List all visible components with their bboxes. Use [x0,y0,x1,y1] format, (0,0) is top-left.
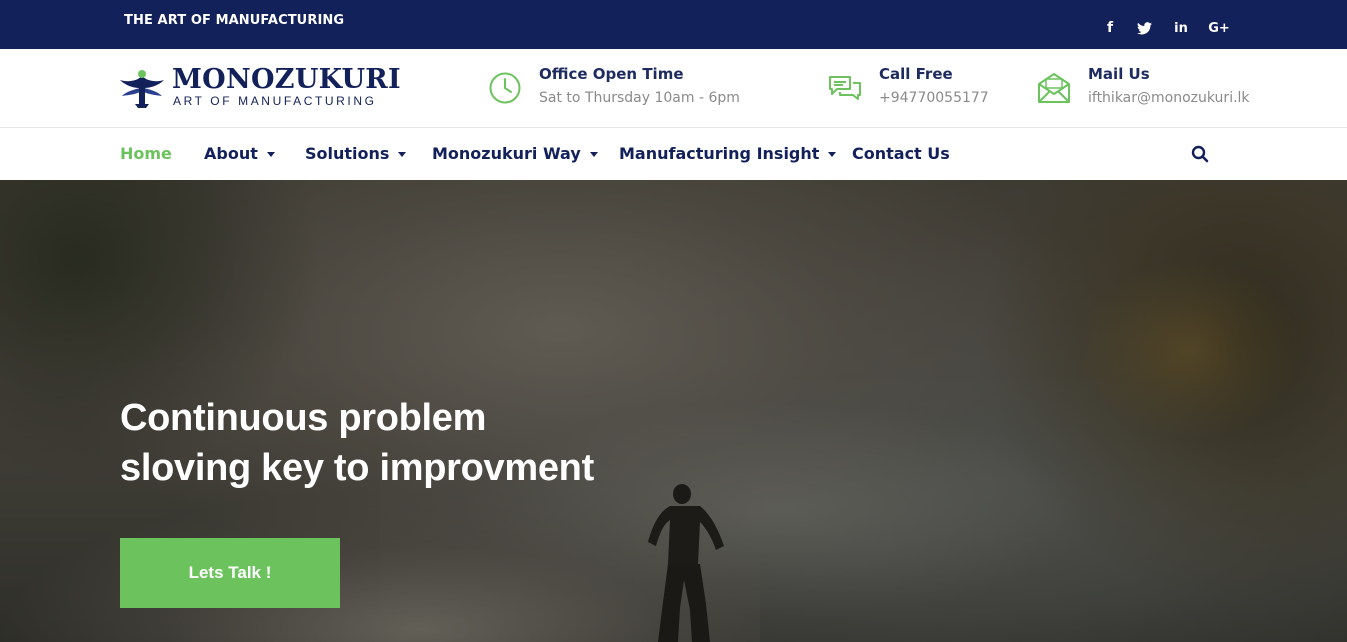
nav-item-about[interactable]: About [204,144,275,163]
mail-title: Mail Us [1088,65,1150,83]
logo-emblem-icon [120,70,164,108]
clock-icon [489,72,521,104]
google-plus-glyph: G+ [1208,20,1230,36]
mail-block: Mail Us ifthikar@monozukuri.lk [1037,63,1267,115]
call-block: Call Free +94770055177 [828,63,1028,115]
google-plus-icon[interactable]: G+ [1208,18,1230,38]
office-hours-block: Office Open Time Sat to Thursday 10am - … [488,63,768,115]
chat-icon [829,76,861,100]
nav-item-contact-us[interactable]: Contact Us [852,144,950,163]
linkedin-glyph: in [1174,20,1188,36]
facebook-icon[interactable]: f [1104,18,1116,38]
chevron-down-icon [589,151,598,157]
nav-label: Monozukuri Way [432,144,581,163]
search-icon [1191,145,1209,163]
logo-name: MONOZUKURI [172,64,401,95]
runner-silhouette [648,484,724,642]
hero-title-line-2: sloving key to improvment [120,447,594,489]
nav-label: Home [120,144,172,163]
search-button[interactable] [1191,145,1209,163]
nav-label: Solutions [305,144,390,163]
facebook-glyph: f [1106,20,1114,36]
hero-title-line-1: Continuous problem [120,397,487,439]
chevron-down-icon [828,151,837,157]
site-header: MONOZUKURI ART OF MANUFACTURING Office O… [0,49,1347,128]
nav-item-home[interactable]: Home [120,144,172,163]
twitter-icon[interactable] [1136,18,1152,38]
site-logo[interactable]: MONOZUKURI ART OF MANUFACTURING [118,64,408,112]
topbar-title: THE ART OF MANUFACTURING [124,13,345,28]
top-bar: THE ART OF MANUFACTURING f in G+ [0,0,1347,49]
call-phone[interactable]: +94770055177 [879,90,989,106]
nav-label: Manufacturing Insight [619,144,820,163]
nav-item-manufacturing-insight[interactable]: Manufacturing Insight [619,144,837,163]
hero-banner: Continuous problem sloving key to improv… [0,180,1347,642]
chevron-down-icon [266,151,275,157]
nav-item-monozukuri-way[interactable]: Monozukuri Way [432,144,598,163]
office-hours-value: Sat to Thursday 10am - 6pm [539,90,740,106]
hero-title: Continuous problem sloving key to improv… [120,393,740,493]
mail-address[interactable]: ifthikar@monozukuri.lk [1088,90,1250,106]
envelope-icon [1038,73,1070,103]
chevron-down-icon [398,151,407,157]
twitter-bird-icon [1136,21,1152,34]
main-nav: Home About Solutions Monozukuri Way Manu… [0,128,1347,180]
call-title: Call Free [879,65,953,83]
nav-label: About [204,144,258,163]
nav-item-solutions[interactable]: Solutions [305,144,407,163]
lets-talk-button[interactable]: Lets Talk ! [120,538,340,608]
linkedin-icon[interactable]: in [1172,18,1190,38]
office-hours-title: Office Open Time [539,65,684,83]
nav-label: Contact Us [852,144,950,163]
logo-tagline: ART OF MANUFACTURING [173,94,377,108]
